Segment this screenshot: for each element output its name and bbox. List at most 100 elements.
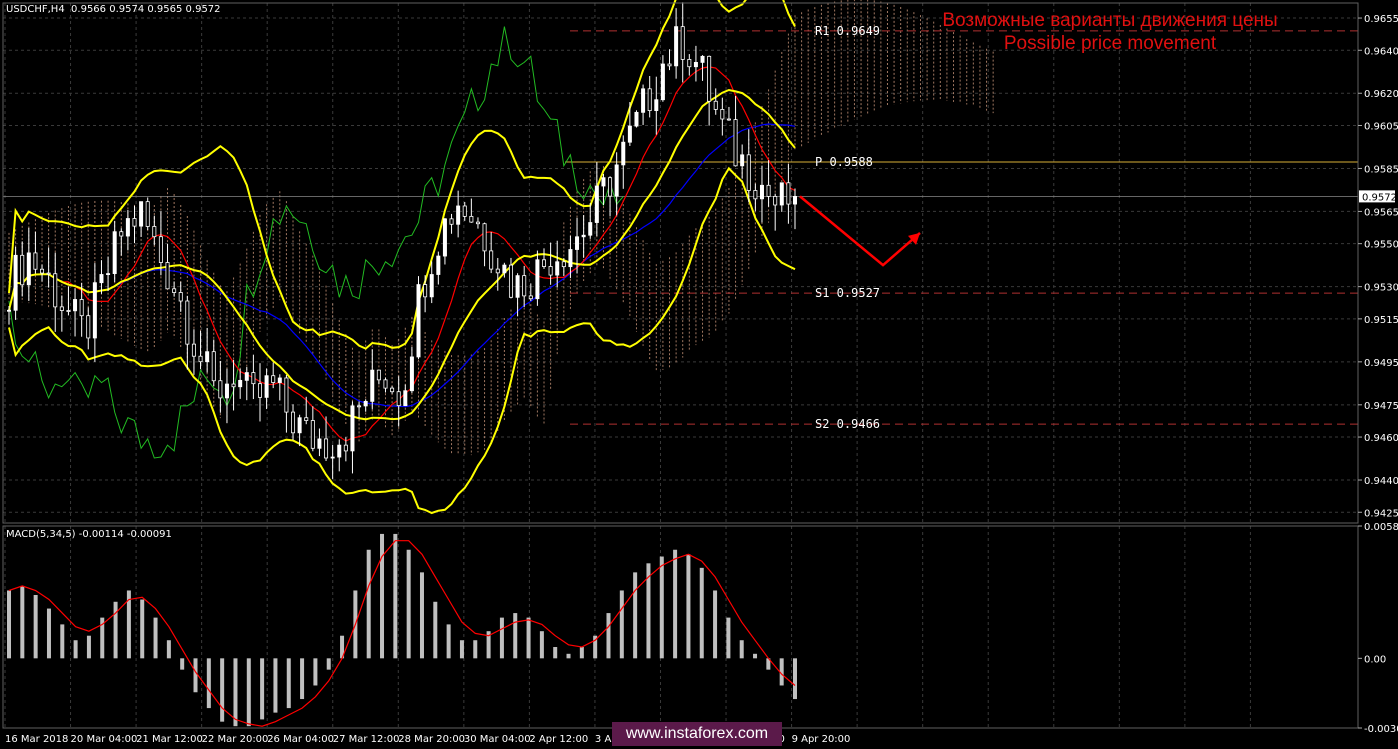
y-tick-label: 0.9425 (1364, 508, 1398, 519)
macd-bar (446, 624, 451, 659)
candle-body (733, 119, 738, 167)
candle-body (555, 261, 560, 276)
candle-body (700, 55, 705, 63)
macd-panel (7, 533, 797, 727)
candle-body (33, 252, 38, 270)
macd-bar (20, 585, 25, 659)
candle-body (654, 99, 659, 112)
candle-body (469, 215, 474, 223)
candle-body (26, 252, 31, 286)
candle-body (390, 387, 395, 393)
candle-body (667, 63, 672, 67)
candle-body (575, 236, 580, 250)
y-tick-label: 0.9460 (1364, 433, 1398, 444)
candle-body (793, 195, 798, 205)
candle-body (99, 274, 104, 284)
y-tick-label: 0.9655 (1364, 14, 1398, 25)
main-frame (2, 2, 1359, 524)
macd-bar (419, 572, 424, 659)
macd-bar (233, 658, 238, 727)
candle-body (324, 438, 329, 459)
macd-bar (206, 658, 211, 709)
caption-ru: Возможные варианты движения цены (942, 10, 1278, 31)
chart-header: USDCHF,H4 0.9566 0.9574 0.9565 0.9572 (6, 4, 221, 15)
candle-body (568, 249, 573, 268)
candle-body (224, 383, 229, 399)
candle-body (310, 420, 315, 449)
macd-bar (753, 653, 758, 659)
candle-body (581, 234, 586, 238)
macd-bar (633, 572, 638, 659)
macd-bar (180, 658, 185, 670)
candle-body (522, 275, 527, 297)
candle-body (726, 118, 731, 121)
macd-bar (220, 658, 225, 722)
macd-bar (166, 640, 171, 659)
macd-bar (366, 549, 371, 659)
macd-bar (300, 658, 305, 700)
macd-bar (113, 601, 118, 659)
candle-body (73, 299, 78, 312)
macd-bar (393, 533, 398, 659)
candle-body (746, 154, 751, 191)
candle-body (145, 201, 150, 227)
macd-bar (380, 533, 385, 659)
candle-body (59, 306, 64, 311)
macd-bar (499, 617, 504, 659)
macd-bar (619, 590, 624, 659)
candle-body (185, 300, 190, 345)
chart-canvas: R1 0.9649 P 0.9588 S1 0.9527 S2 0.9466 0.96… (2, 0, 1398, 745)
candle-body (257, 383, 262, 398)
candle-body (489, 250, 494, 270)
y-tick-label: 0.9440 (1364, 476, 1398, 487)
candle-body (244, 372, 249, 381)
candle-body (20, 254, 25, 286)
candle-body (594, 185, 599, 223)
y-tick-label: 0.9585 (1364, 164, 1398, 175)
candle-body (766, 184, 771, 197)
candle-body (191, 343, 196, 357)
macd-bar (539, 631, 544, 659)
macd-bar (673, 549, 678, 659)
candle-body (92, 282, 97, 339)
candle-body (231, 383, 236, 388)
macd-y-tick-label: 0.00 (1364, 654, 1386, 665)
candle-body (172, 288, 177, 293)
macd-bar (7, 590, 11, 659)
candle-body (165, 262, 170, 290)
candle-body (409, 356, 414, 392)
candle-body (53, 273, 58, 308)
candle-body (508, 264, 513, 298)
x-tick-label: 30 Mar 04:00 (464, 734, 531, 745)
candle-body (13, 254, 18, 311)
macd-bar (313, 658, 318, 686)
y-tick-label: 0.9640 (1364, 46, 1398, 57)
candle-body (158, 236, 163, 263)
candle-body (112, 231, 117, 274)
macd-grid (4, 526, 1251, 728)
candle-body (277, 377, 282, 383)
candle-body (449, 218, 454, 225)
candle-body (218, 380, 223, 399)
y-tick-label: 0.9530 (1364, 283, 1398, 294)
candle-body (251, 372, 256, 385)
caption-en: Possible price movement (1003, 33, 1217, 54)
macd-bar (153, 617, 158, 659)
candle-body (740, 154, 745, 167)
candle-body (119, 231, 124, 237)
macd-bar (260, 658, 265, 720)
candle-body (627, 125, 632, 143)
candle-body (370, 369, 375, 402)
candle-body (46, 272, 51, 275)
candle-body (416, 284, 421, 358)
macd-bar (140, 599, 145, 659)
pivot-levels: R1 0.9649 P 0.9588 S1 0.9527 S2 0.9466 (3, 24, 1358, 431)
candle-body (674, 26, 679, 67)
macd-bar (726, 617, 731, 659)
candle-body (528, 295, 533, 300)
macd-bar (33, 594, 38, 659)
candle-body (693, 61, 698, 68)
macd-bar (659, 556, 664, 659)
forecast-arrow (799, 195, 921, 267)
candle-body (86, 315, 91, 339)
